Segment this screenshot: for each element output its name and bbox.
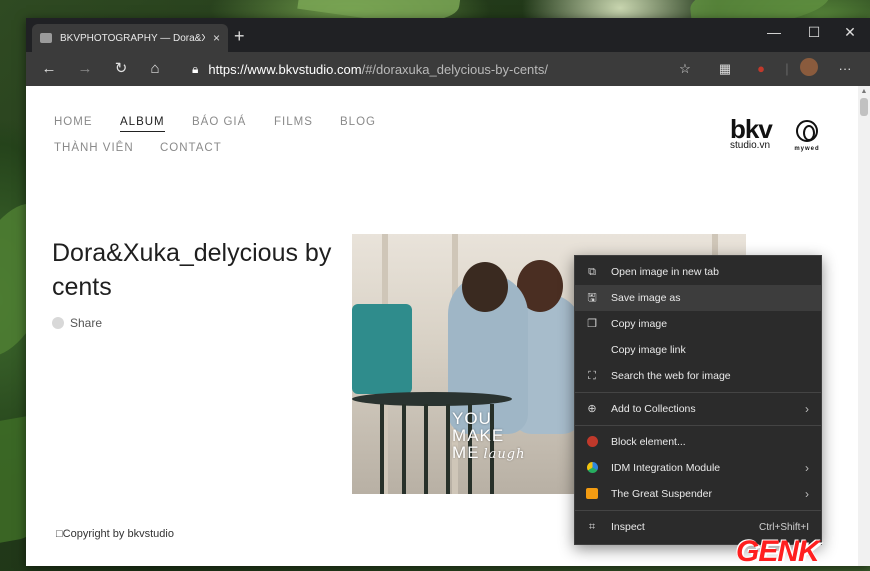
refresh-icon[interactable]: ↻ bbox=[110, 59, 132, 79]
tab-title: BKVPHOTOGRAPHY — Dora&Xu bbox=[60, 32, 205, 44]
tab-strip: BKVPHOTOGRAPHY — Dora&Xu × + — ☐ ✕ bbox=[26, 18, 870, 52]
tab-close-icon[interactable]: × bbox=[213, 31, 220, 45]
menu-label: Search the web for image bbox=[611, 370, 731, 382]
chevron-right-icon: › bbox=[805, 461, 809, 475]
scroll-up-icon[interactable]: ▲ bbox=[860, 88, 868, 96]
back-icon[interactable]: ← bbox=[38, 59, 60, 79]
minimize-button[interactable]: — bbox=[762, 24, 786, 40]
nav-home[interactable]: HOME bbox=[54, 116, 93, 128]
profile-avatar[interactable] bbox=[800, 58, 818, 76]
nav-contact[interactable]: CONTACT bbox=[160, 142, 222, 154]
menu-shortcut: Ctrl+Shift+I bbox=[758, 521, 809, 533]
nav-album[interactable]: ALBUM bbox=[120, 116, 165, 132]
menu-label: Save image as bbox=[611, 292, 681, 304]
copy-image-icon: ❐ bbox=[587, 318, 597, 330]
menu-copy-image[interactable]: ❐ Copy image bbox=[575, 311, 821, 337]
favorite-star-icon[interactable]: ☆ bbox=[674, 59, 696, 79]
browser-toolbar: ← → ↻ ⌂ 🔒︎ https://www.bkvstudio.com/#/d… bbox=[26, 52, 870, 86]
menu-label: Inspect bbox=[611, 521, 645, 533]
mywed-text: mywed bbox=[794, 146, 820, 152]
close-window-button[interactable]: ✕ bbox=[838, 24, 862, 41]
bkv-logo[interactable]: bkv studio.vn mywed bbox=[730, 114, 819, 152]
open-tab-icon: ⧉ bbox=[588, 266, 596, 278]
inspect-icon: ⌗ bbox=[588, 521, 596, 533]
collections-icon: ⊕ bbox=[587, 403, 597, 415]
share-icon bbox=[52, 317, 64, 329]
mywed-ring-icon bbox=[796, 120, 818, 142]
url-scheme: https:// bbox=[208, 61, 248, 77]
menu-label: Add to Collections bbox=[611, 403, 696, 415]
save-image-icon: 🖫︎ bbox=[587, 292, 597, 304]
chevron-right-icon: › bbox=[805, 402, 809, 416]
album-title: Dora&Xuka_delycious by cents bbox=[52, 239, 332, 301]
menu-search-web-image[interactable]: ⛶ Search the web for image bbox=[575, 363, 821, 389]
share-button[interactable]: Share bbox=[52, 316, 102, 330]
suspender-icon bbox=[585, 487, 599, 501]
photo-caption: YOU MAKE ME laugh bbox=[452, 410, 525, 463]
url-host: www.bkvstudio.com bbox=[247, 61, 362, 77]
menu-add-to-collections[interactable]: ⊕ Add to Collections › bbox=[575, 396, 821, 422]
ublock-icon bbox=[585, 435, 599, 449]
new-tab-button[interactable]: + bbox=[234, 27, 245, 45]
ublock-extension-icon[interactable]: ● bbox=[750, 59, 772, 79]
logo-text: bkv bbox=[730, 114, 773, 144]
menu-separator bbox=[575, 425, 821, 426]
genk-watermark: GENK bbox=[736, 535, 820, 568]
nav-bao-gia[interactable]: BÁO GIÁ bbox=[192, 116, 246, 128]
address-bar[interactable]: 🔒︎ https://www.bkvstudio.com/#/doraxuka_… bbox=[186, 56, 702, 82]
scroll-thumb[interactable] bbox=[860, 98, 868, 116]
menu-save-image-as[interactable]: 🖫︎ Save image as bbox=[575, 285, 821, 311]
menu-label: Open image in new tab bbox=[611, 266, 719, 278]
mywed-logo[interactable]: mywed bbox=[792, 120, 822, 152]
lock-icon: 🔒︎ bbox=[192, 61, 199, 76]
menu-label: The Great Suspender bbox=[611, 488, 712, 500]
teal-cushion bbox=[352, 304, 412, 394]
menu-label: Copy image link bbox=[611, 344, 686, 356]
girl-head bbox=[462, 262, 508, 312]
browser-tab[interactable]: BKVPHOTOGRAPHY — Dora&Xu × bbox=[32, 24, 228, 52]
copyright-text: □Copyright by bkvstudio bbox=[56, 528, 174, 540]
reading-view-icon[interactable]: ▦ bbox=[714, 59, 736, 79]
menu-block-element[interactable]: Block element... bbox=[575, 429, 821, 455]
url-path: /#/doraxuka_delycious-by-cents/ bbox=[361, 61, 549, 77]
home-icon[interactable]: ⌂ bbox=[144, 59, 166, 79]
nav-thanh-vien[interactable]: THÀNH VIÊN bbox=[54, 142, 134, 154]
search-image-icon: ⛶ bbox=[588, 370, 596, 382]
menu-label: IDM Integration Module bbox=[611, 462, 721, 474]
chevron-right-icon: › bbox=[805, 487, 809, 501]
page-scrollbar[interactable]: ▲ bbox=[858, 86, 870, 566]
idm-icon bbox=[585, 461, 599, 475]
context-menu: ⧉ Open image in new tab 🖫︎ Save image as… bbox=[574, 255, 822, 545]
menu-label: Copy image bbox=[611, 318, 668, 330]
menu-open-image-new-tab[interactable]: ⧉ Open image in new tab bbox=[575, 259, 821, 285]
menu-idm-integration[interactable]: IDM Integration Module › bbox=[575, 455, 821, 481]
more-menu-icon[interactable]: ··· bbox=[834, 59, 856, 79]
site-favicon-icon bbox=[40, 33, 52, 43]
menu-separator bbox=[575, 392, 821, 393]
url-text: https://www.bkvstudio.com/#/doraxuka_del… bbox=[208, 62, 548, 77]
menu-great-suspender[interactable]: The Great Suspender › bbox=[575, 481, 821, 507]
copyright-label: Copyright by bkvstudio bbox=[62, 528, 174, 540]
nav-blog[interactable]: BLOG bbox=[340, 116, 376, 128]
menu-label: Block element... bbox=[611, 436, 686, 448]
share-label: Share bbox=[70, 316, 103, 330]
logo-subtext: studio.vn bbox=[730, 140, 771, 151]
nav-films[interactable]: FILMS bbox=[274, 116, 313, 128]
menu-copy-image-link[interactable]: Copy image link bbox=[575, 337, 821, 363]
toolbar-divider: | bbox=[785, 61, 789, 76]
photo-caption-script: laugh bbox=[483, 447, 526, 462]
forward-icon[interactable]: → bbox=[74, 59, 96, 79]
maximize-button[interactable]: ☐ bbox=[802, 24, 826, 41]
menu-separator bbox=[575, 510, 821, 511]
